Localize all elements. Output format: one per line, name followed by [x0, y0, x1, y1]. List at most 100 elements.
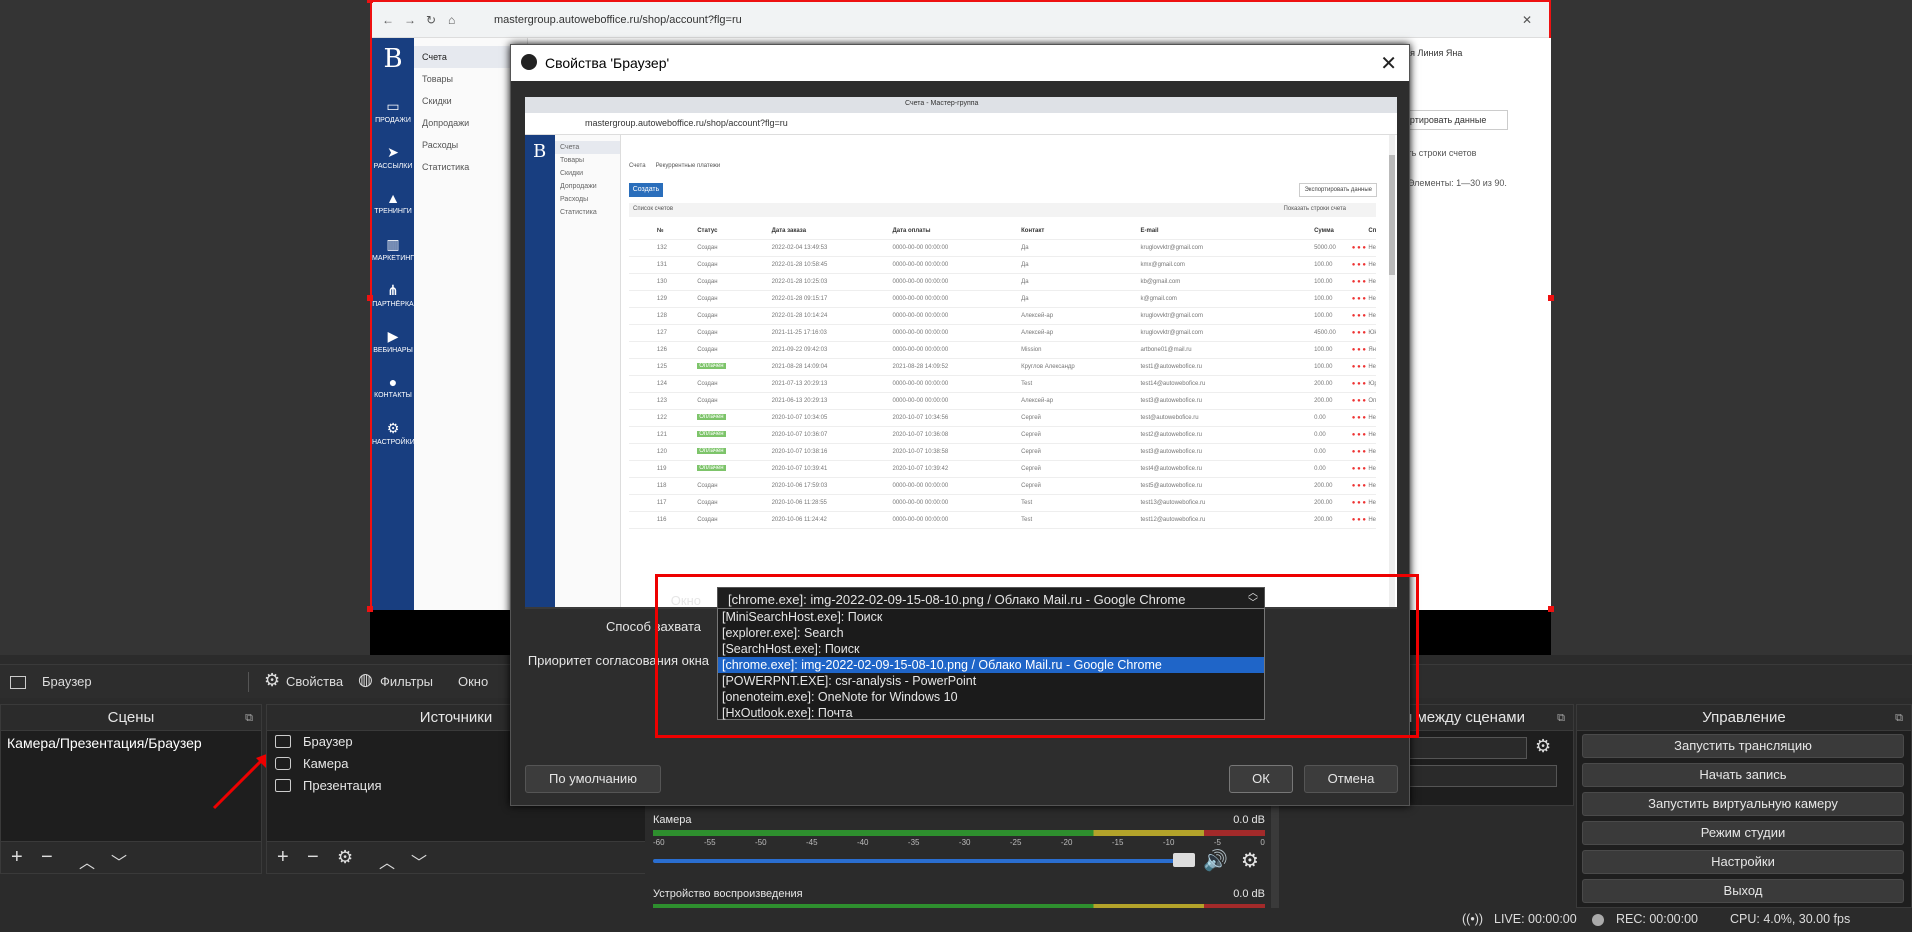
nested-cell: 0000-00-00 00:00:00 — [892, 381, 949, 387]
nested-cell: 116 — [656, 517, 667, 523]
browser-source-icon — [10, 676, 26, 689]
nested-cell: 2020-10-06 11:24:42 — [771, 517, 827, 523]
transform-handle[interactable] — [1548, 606, 1554, 612]
nested-cell: Сергей — [1021, 483, 1041, 489]
nested-header-cell: Сумма — [1314, 228, 1334, 234]
undock-icon[interactable]: ⧉ — [245, 705, 253, 731]
gear-icon[interactable]: ⚙ — [1241, 848, 1259, 873]
nested-cell: 124 — [656, 381, 667, 387]
speaker-icon[interactable]: 🔊 — [1203, 848, 1228, 873]
studio-mode-button[interactable]: Режим студии — [1582, 821, 1904, 845]
nested-cell: Не за бонк — [1368, 313, 1376, 319]
window-source-icon — [275, 779, 291, 792]
nested-cell: 100.00 — [1314, 364, 1333, 370]
nested-tab: Рекуррентные платежи — [655, 163, 721, 169]
nested-cell: Оплачен — [697, 431, 726, 437]
dropdown-option[interactable]: [MiniSearchHost.exe]: Поиск — [718, 609, 1264, 625]
nested-cell: Не за бонк — [1368, 466, 1376, 472]
nested-cell: 117 — [656, 500, 667, 506]
nested-cell: 122 — [656, 415, 667, 421]
nested-table: № Статус Дата заказа Дата оплаты Контакт E-ma… — [629, 223, 1376, 529]
nested-cell: Да — [1021, 245, 1029, 251]
source-label: Презентация — [303, 778, 382, 793]
transform-handle[interactable] — [1548, 295, 1554, 301]
start-streaming-button[interactable]: Запустить трансляцию — [1582, 734, 1904, 758]
settings-button[interactable]: Настройки — [1582, 850, 1904, 874]
nested-cell: test13@autowebofice.ru — [1140, 500, 1206, 506]
start-virtual-camera-button[interactable]: Запустить виртуальную камеру — [1582, 792, 1904, 816]
volume-slider-handle[interactable] — [1173, 853, 1195, 867]
defaults-button[interactable]: По умолчанию — [525, 765, 661, 793]
move-down-icon[interactable]: ﹀ — [411, 849, 427, 873]
add-icon[interactable]: + — [11, 846, 23, 869]
nested-cell: Оплачен — [697, 414, 726, 420]
ok-button[interactable]: ОК — [1229, 765, 1293, 793]
nested-table-row: 125 Оплачен 2021-08-28 14:09:04 2021-08-28 … — [629, 359, 1376, 376]
nested-cell: 132 — [656, 245, 667, 251]
nested-cell: 200.00 — [1314, 381, 1333, 387]
camera-icon — [275, 757, 291, 770]
nested-cell: 121 — [656, 432, 667, 438]
close-icon[interactable]: ✕ — [1380, 51, 1397, 76]
dropdown-option[interactable]: [SearchHost.exe]: Поиск — [718, 641, 1264, 657]
nested-cell: test3@autowebofice.ru — [1140, 449, 1202, 455]
dropdown-option[interactable]: [explorer.exe]: Search — [718, 625, 1264, 641]
nested-browser-preview: Счета - Мастер-группа mastergroup.autowe… — [525, 97, 1397, 607]
move-down-icon[interactable]: ﹀ — [111, 849, 127, 873]
dropdown-option[interactable]: [POWERPNT.EXE]: csr-analysis - PowerPoin… — [718, 673, 1264, 689]
nested-cell: Mission — [1021, 347, 1042, 353]
scale-tick: 0 — [1260, 838, 1265, 847]
nested-table-row: 120 Оплачен 2020-10-07 10:38:16 2020-10-07 … — [629, 444, 1376, 461]
undock-icon[interactable]: ⧉ — [1557, 705, 1565, 731]
dropdown-option-selected[interactable]: [chrome.exe]: img-2022-02-09-15-08-10.pn… — [718, 657, 1264, 673]
filters-icon[interactable]: ◍ — [358, 670, 373, 690]
nested-cell: 123 — [656, 398, 667, 404]
exit-button[interactable]: Выход — [1582, 879, 1904, 903]
nested-cell: Круглов Александр — [1021, 364, 1075, 370]
remove-icon[interactable]: − — [307, 846, 319, 869]
transform-handle[interactable] — [367, 295, 373, 301]
dropdown-option[interactable]: [HxOutlook.exe]: Почта — [718, 705, 1264, 721]
nested-cell: 2022-01-28 09:15:17 — [771, 296, 828, 302]
gear-icon[interactable]: ⚙ — [264, 670, 280, 691]
nested-cell: kb@gmail.com — [1140, 279, 1181, 285]
nested-cell: 2020-10-07 10:36:08 — [892, 432, 949, 438]
cancel-button[interactable]: Отмена — [1304, 765, 1398, 793]
add-icon[interactable]: + — [277, 846, 289, 869]
transform-handle[interactable] — [367, 0, 373, 3]
nested-menu-item: Статистика — [560, 209, 597, 216]
nested-cell: 0000-00-00 00:00:00 — [892, 313, 949, 319]
nested-cell: Юkassa — [1368, 330, 1376, 336]
nested-cell: 130 — [656, 279, 667, 285]
nested-cell: Создан — [697, 296, 718, 302]
filters-button[interactable]: Фильтры — [380, 674, 433, 689]
nested-cell: test14@autowebofice.ru — [1140, 381, 1206, 387]
scenes-header: Сцены ⧉ — [1, 705, 261, 731]
gear-icon[interactable]: ⚙ — [1535, 736, 1551, 757]
nested-table-row: 132 Создан 2022-02-04 13:49:53 0000-00-00 0… — [629, 240, 1376, 257]
row-actions-icon: ● ● ● — [1351, 313, 1366, 319]
move-up-icon[interactable]: ︿ — [379, 849, 395, 873]
nested-cell: artbone01@mail.ru — [1140, 347, 1192, 353]
mixer-track-db: 0.0 dB — [1233, 814, 1265, 826]
start-recording-button[interactable]: Начать запись — [1582, 763, 1904, 787]
gear-icon[interactable]: ⚙ — [337, 847, 353, 868]
nested-cell: 0.00 — [1314, 415, 1326, 421]
nested-list-title: Список счетов — [633, 206, 674, 212]
properties-button[interactable]: Свойства — [286, 674, 343, 689]
nested-cell: Оплата через банк — [1368, 398, 1376, 404]
nested-table-header: № Статус Дата заказа Дата оплаты Контакт E-ma… — [629, 223, 1376, 240]
transform-handle[interactable] — [367, 606, 373, 612]
scale-tick: -25 — [1009, 838, 1022, 847]
row-actions-icon: ● ● ● — [1351, 500, 1366, 506]
remove-icon[interactable]: − — [41, 846, 53, 869]
undock-icon[interactable]: ⧉ — [1895, 705, 1903, 731]
nested-table-row: 123 Создан 2021-06-13 20:29:13 0000-00-00 0… — [629, 393, 1376, 410]
nested-cell: 118 — [656, 483, 667, 489]
properties-dialog: Свойства 'Браузер' ✕ Счета - Мастер-груп… — [510, 44, 1410, 806]
reload-icon: ↻ — [426, 13, 437, 27]
elements-count: Элементы: 1—30 из 90. — [1408, 178, 1507, 188]
dropdown-option[interactable]: [onenoteim.exe]: OneNote for Windows 10 — [718, 689, 1264, 705]
move-up-icon[interactable]: ︿ — [79, 849, 95, 873]
volume-slider[interactable] — [653, 859, 1193, 863]
